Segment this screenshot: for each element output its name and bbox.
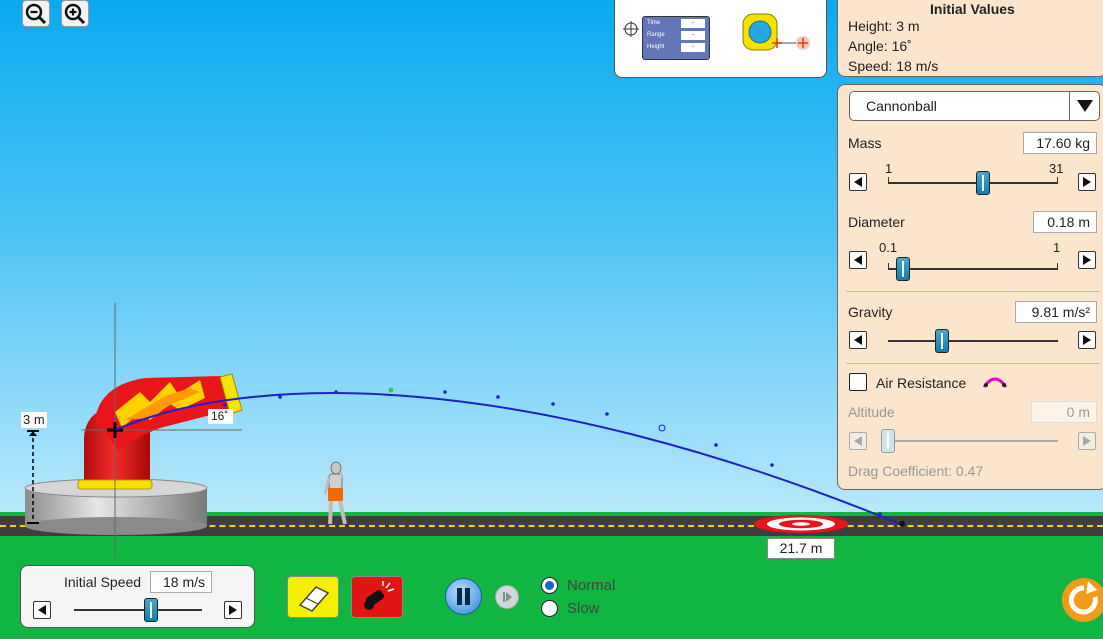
diameter-max-label: 1 [1053, 240, 1061, 255]
step-button[interactable] [495, 585, 519, 609]
arrow-right-icon [1083, 177, 1091, 187]
slow-label: Slow [567, 600, 600, 617]
readout-range-label: Range [647, 32, 665, 38]
initial-values-title: Initial Values [930, 1, 1015, 17]
mass-value: 17.60 kg [1023, 132, 1097, 154]
gravity-decrement-button[interactable] [849, 331, 867, 349]
eraser-button[interactable] [287, 576, 339, 618]
altitude-increment-button[interactable] [1078, 432, 1096, 450]
arrow-right-icon [1083, 436, 1091, 446]
diameter-min-tick [888, 263, 889, 269]
reset-icon [1062, 578, 1103, 622]
mass-decrement-button[interactable] [849, 173, 867, 191]
initial-height-text: Height: 3 m [848, 18, 920, 34]
speed-decrement-button[interactable] [33, 601, 51, 619]
mass-label: Mass [848, 135, 882, 151]
height-label: 3 m [23, 412, 45, 427]
trajectory-markers [223, 387, 905, 527]
fire-button[interactable] [351, 576, 403, 618]
readout-tool[interactable]: Time Range Height - - - [642, 16, 710, 60]
readout-time-value: - [681, 19, 705, 28]
altitude-decrement-button[interactable] [849, 432, 867, 450]
divider [846, 363, 1100, 364]
diameter-max-tick [1057, 263, 1058, 269]
arrow-left-icon [854, 436, 862, 446]
diameter-increment-button[interactable] [1078, 251, 1096, 269]
pause-button[interactable] [445, 578, 482, 615]
tape-measure-icon[interactable] [741, 12, 813, 59]
altitude-label: Altitude [848, 404, 895, 420]
readout-time-label: Time [647, 20, 661, 26]
speed-slider-thumb[interactable] [143, 598, 158, 622]
pause-icon [457, 588, 470, 605]
air-resistance-curve-icon [982, 377, 1008, 388]
projectile-selected-label: Cannonball [866, 98, 937, 114]
mass-increment-button[interactable] [1078, 173, 1096, 191]
mass-max-label: 31 [1049, 161, 1064, 176]
mass-slider-track[interactable] [888, 182, 1058, 184]
diameter-slider-track[interactable] [888, 268, 1058, 270]
projectile-control-panel: Cannonball Mass 17.60 kg 1 31 Diameter 0… [837, 84, 1103, 490]
step-forward-icon [503, 592, 512, 602]
range-readout: 21.7 m [767, 538, 835, 559]
initial-speed-value: 18 m/s [150, 571, 212, 593]
normal-label: Normal [567, 577, 616, 594]
arrow-left-icon [854, 255, 862, 265]
initial-angle-text: Angle: 16˚ [848, 38, 912, 54]
speed-increment-button[interactable] [224, 601, 242, 619]
mass-min-tick [888, 177, 889, 183]
initial-speed-panel: Initial Speed 18 m/s [20, 565, 255, 628]
cannon-fire-icon [364, 581, 395, 610]
divider [846, 291, 1100, 292]
diameter-label: Diameter [848, 214, 905, 230]
initial-speed-label: Initial Speed [64, 574, 142, 590]
arrow-right-icon [1083, 255, 1091, 265]
diameter-min-label: 0.1 [879, 240, 898, 255]
tools-panel: Time Range Height - - - [614, 0, 827, 78]
reset-all-button[interactable] [1061, 577, 1103, 623]
normal-radio[interactable] [541, 577, 558, 594]
mass-max-tick [1057, 177, 1058, 183]
gravity-value: 9.81 m/s² [1015, 301, 1097, 323]
arrow-right-icon [1083, 335, 1091, 345]
speed-slider-track[interactable] [74, 609, 202, 611]
gravity-increment-button[interactable] [1078, 331, 1096, 349]
mass-slider-thumb[interactable] [976, 171, 991, 195]
diameter-value: 0.18 m [1033, 211, 1097, 233]
air-resistance-checkbox[interactable] [849, 373, 867, 391]
arrow-left-icon [854, 335, 862, 345]
projectile-dropdown[interactable]: Cannonball [849, 91, 1100, 121]
drag-coefficient-text: Drag Coefficient: 0.47 [848, 463, 984, 479]
readout-crosshair-icon[interactable] [623, 21, 639, 40]
gravity-label: Gravity [848, 304, 893, 320]
arrow-left-icon [38, 605, 46, 615]
diameter-slider-thumb[interactable] [896, 257, 911, 281]
chevron-down-icon [1077, 100, 1093, 112]
gravity-slider-track[interactable] [888, 340, 1058, 342]
target-bullseye [754, 515, 848, 533]
cannon[interactable] [77, 373, 243, 490]
arrow-right-icon [229, 605, 237, 615]
initial-values-panel: Initial Values Height: 3 m Angle: 16˚ Sp… [837, 0, 1103, 77]
readout-range-value: - [681, 31, 705, 40]
radio-selected-dot [545, 581, 554, 590]
diameter-decrement-button[interactable] [849, 251, 867, 269]
mass-min-label: 1 [885, 161, 893, 176]
eraser-icon [298, 586, 330, 612]
readout-height-label: Height [647, 44, 665, 50]
human-figure [323, 461, 347, 525]
arrow-left-icon [854, 177, 862, 187]
angle-label: 16˚ [211, 409, 229, 423]
readout-height-value: - [681, 43, 705, 52]
air-resistance-label: Air Resistance [876, 375, 967, 391]
slow-radio[interactable] [541, 600, 558, 617]
altitude-slider-thumb[interactable] [881, 429, 895, 453]
altitude-slider-track[interactable] [882, 440, 1058, 442]
gravity-slider-thumb[interactable] [935, 329, 950, 353]
initial-speed-text: Speed: 18 m/s [848, 58, 939, 74]
altitude-value: 0 m [1031, 401, 1097, 423]
